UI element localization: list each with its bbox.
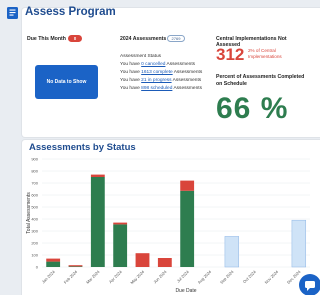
bar	[68, 266, 83, 267]
y-axis-label: Total Assessments	[26, 192, 32, 234]
bar	[68, 265, 83, 267]
chat-button[interactable]	[299, 274, 320, 295]
y-tick-label: 800	[31, 168, 38, 173]
bar	[180, 190, 195, 267]
y-tick-label: 500	[31, 204, 38, 209]
bar	[180, 180, 195, 191]
x-tick-label: May 2024	[129, 269, 146, 286]
chat-icon	[305, 281, 315, 291]
x-tick-label: Jul 2024	[176, 269, 191, 284]
x-tick-label: Oct 2024	[242, 269, 258, 285]
y-tick-label: 100	[31, 252, 38, 257]
y-tick-label: 600	[31, 192, 38, 197]
bar	[46, 258, 61, 262]
x-tick-label: Mar 2024	[85, 269, 101, 285]
bar	[113, 224, 128, 267]
bar	[113, 222, 128, 225]
x-tick-label: Jun 2024	[152, 269, 168, 285]
y-tick-label: 400	[31, 216, 38, 221]
y-tick-label: 900	[31, 156, 38, 161]
assessments-by-status-chart: 0 100 200 300 400 500 600 700 800 900 Total Assess…	[26, 156, 310, 294]
bar	[135, 253, 150, 267]
x-tick-label: Jan 2024	[41, 269, 57, 285]
x-axis-label: Due Date	[175, 288, 196, 294]
x-tick-label: Aug 2024	[197, 269, 213, 285]
bar	[90, 177, 105, 267]
y-tick-label: 300	[31, 228, 38, 233]
bar	[90, 174, 105, 177]
bar	[224, 236, 240, 268]
y-tick-label: 700	[31, 180, 38, 185]
x-tick-label: Feb 2024	[63, 269, 79, 285]
y-tick-label: 200	[31, 240, 38, 245]
x-tick-label: Apr 2024	[108, 269, 124, 285]
bar	[291, 219, 307, 268]
x-tick-label: Sep 2024	[219, 269, 235, 285]
bar	[46, 261, 61, 267]
y-tick-label: 0	[36, 264, 39, 269]
x-tick-label: Nov 2024	[264, 269, 280, 285]
bar	[157, 258, 172, 267]
